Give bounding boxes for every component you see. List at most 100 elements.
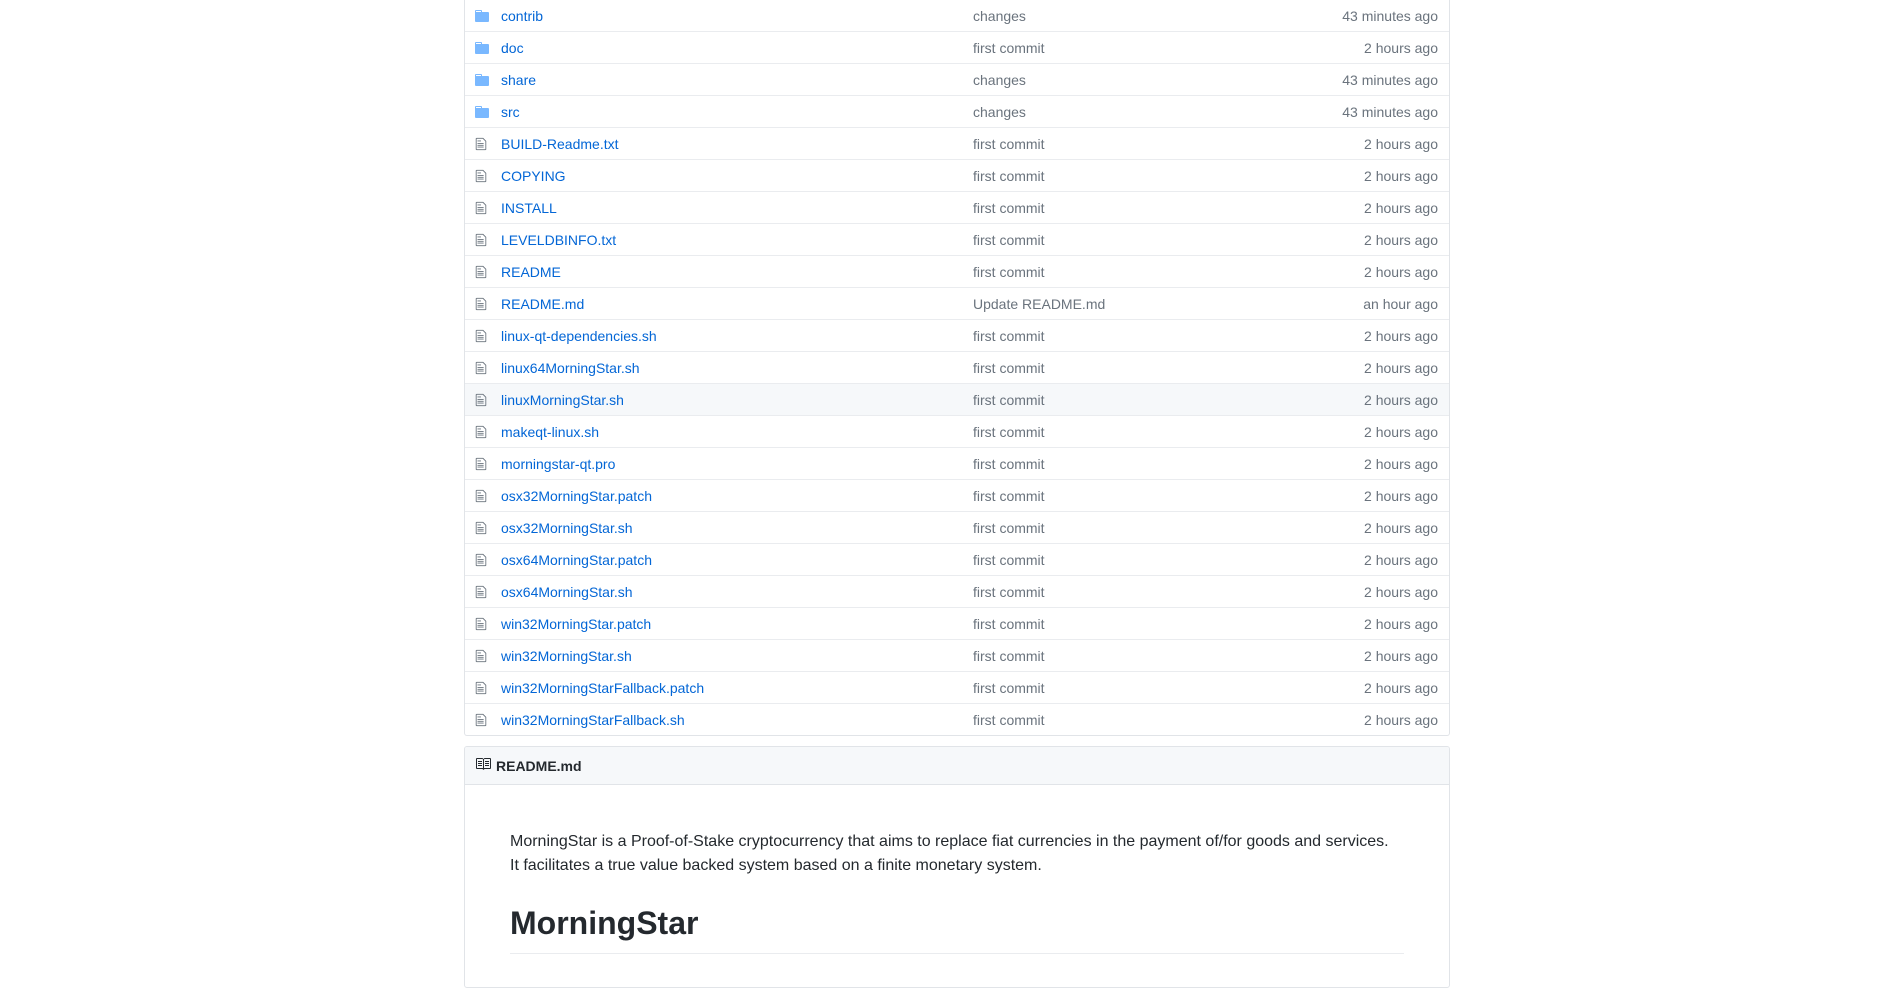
file-row[interactable]: BUILD-Readme.txt first commit 2 hours ago — [465, 127, 1449, 159]
commit-message-link[interactable]: first commit — [973, 520, 1273, 536]
file-row[interactable]: morningstar-qt.pro first commit 2 hours ag… — [465, 447, 1449, 479]
commit-message-link[interactable]: Update README.md — [973, 296, 1273, 312]
file-row[interactable]: win32MorningStarFallback.patch first comm… — [465, 671, 1449, 703]
file-name-cell: INSTALL — [501, 200, 973, 216]
file-name-link[interactable]: osx32MorningStar.patch — [501, 488, 652, 504]
commit-message-link[interactable]: first commit — [973, 136, 1273, 152]
file-row[interactable]: doc first commit 2 hours ago — [465, 31, 1449, 63]
commit-age: 43 minutes ago — [1342, 7, 1438, 24]
file-name-link[interactable]: win32MorningStarFallback.sh — [501, 712, 685, 728]
file-name-link[interactable]: linux-qt-dependencies.sh — [501, 328, 657, 344]
file-row[interactable]: osx64MorningStar.patch first commit 2 hour… — [465, 543, 1449, 575]
file-row[interactable]: makeqt-linux.sh first commit 2 hours ago — [465, 415, 1449, 447]
commit-age: 2 hours ago — [1364, 455, 1438, 472]
commit-message-link[interactable]: first commit — [973, 680, 1273, 696]
commit-message-link[interactable]: first commit — [973, 488, 1273, 504]
readme-intro-line1: MorningStar is a Proof-of-Stake cryptocu… — [510, 833, 1389, 850]
commit-message-link[interactable]: first commit — [973, 264, 1273, 280]
file-name-link[interactable]: linuxMorningStar.sh — [501, 392, 624, 408]
file-name-link[interactable]: share — [501, 72, 536, 88]
commit-message-link[interactable]: first commit — [973, 168, 1273, 184]
file-name-link[interactable]: linux64MorningStar.sh — [501, 360, 640, 376]
commit-message-link[interactable]: first commit — [973, 360, 1273, 376]
commit-message-link[interactable]: first commit — [973, 200, 1273, 216]
repo-content: contrib changes 43 minutes ago doc first com… — [464, 0, 1450, 988]
commit-message-link[interactable]: first commit — [973, 552, 1273, 568]
commit-message-link[interactable]: first commit — [973, 40, 1273, 56]
file-icon — [465, 297, 501, 311]
file-name-link[interactable]: makeqt-linux.sh — [501, 424, 599, 440]
commit-age: 2 hours ago — [1364, 39, 1438, 56]
file-row[interactable]: src changes 43 minutes ago — [465, 95, 1449, 127]
file-name-link[interactable]: LEVELDBINFO.txt — [501, 232, 616, 248]
commit-message-link[interactable]: changes — [973, 72, 1273, 88]
file-row[interactable]: win32MorningStarFallback.sh first commit 2… — [465, 703, 1449, 735]
file-name-cell: src — [501, 104, 973, 120]
file-name-link[interactable]: win32MorningStar.patch — [501, 616, 651, 632]
file-name-cell: win32MorningStar.patch — [501, 616, 973, 632]
file-name-cell: win32MorningStarFallback.sh — [501, 712, 973, 728]
commit-message-link[interactable]: first commit — [973, 584, 1273, 600]
file-icon — [465, 713, 501, 727]
file-name-link[interactable]: osx64MorningStar.patch — [501, 552, 652, 568]
book-icon — [475, 756, 496, 775]
file-row[interactable]: contrib changes 43 minutes ago — [465, 0, 1449, 31]
file-name-cell: osx64MorningStar.sh — [501, 584, 973, 600]
file-row[interactable]: LEVELDBINFO.txt first commit 2 hours ago — [465, 223, 1449, 255]
file-name-link[interactable]: INSTALL — [501, 200, 557, 216]
file-name-link[interactable]: src — [501, 104, 520, 120]
file-name-cell: morningstar-qt.pro — [501, 456, 973, 472]
file-row[interactable]: win32MorningStar.sh first commit 2 hours a… — [465, 639, 1449, 671]
file-row[interactable]: README.md Update README.md an hour ago — [465, 287, 1449, 319]
commit-age: 2 hours ago — [1364, 263, 1438, 280]
file-row[interactable]: osx32MorningStar.sh first commit 2 hours a… — [465, 511, 1449, 543]
file-row[interactable]: osx32MorningStar.patch first commit 2 hour… — [465, 479, 1449, 511]
commit-message-link[interactable]: first commit — [973, 616, 1273, 632]
file-icon — [465, 137, 501, 151]
commit-message-link[interactable]: first commit — [973, 232, 1273, 248]
file-name-link[interactable]: win32MorningStar.sh — [501, 648, 632, 664]
file-name-link[interactable]: README.md — [501, 296, 584, 312]
file-name-link[interactable]: doc — [501, 40, 524, 56]
file-row[interactable]: linuxMorningStar.sh first commit 2 hours a… — [465, 383, 1449, 415]
commit-message-link[interactable]: changes — [973, 104, 1273, 120]
file-row[interactable]: README first commit 2 hours ago — [465, 255, 1449, 287]
commit-message-link[interactable]: first commit — [973, 648, 1273, 664]
file-row[interactable]: linux64MorningStar.sh first commit 2 hours… — [465, 351, 1449, 383]
file-list: contrib changes 43 minutes ago doc first com… — [464, 0, 1450, 736]
file-icon — [465, 201, 501, 215]
file-row[interactable]: linux-qt-dependencies.sh first commit 2 ho… — [465, 319, 1449, 351]
file-name-link[interactable]: contrib — [501, 8, 543, 24]
file-name-cell: doc — [501, 40, 973, 56]
folder-icon — [465, 9, 501, 22]
file-name-link[interactable]: README — [501, 264, 561, 280]
file-row[interactable]: INSTALL first commit 2 hours ago — [465, 191, 1449, 223]
file-name-link[interactable]: COPYING — [501, 168, 566, 184]
commit-message-link[interactable]: changes — [973, 8, 1273, 24]
commit-message-link[interactable]: first commit — [973, 392, 1273, 408]
file-name-link[interactable]: osx64MorningStar.sh — [501, 584, 633, 600]
file-icon — [465, 361, 501, 375]
commit-message-link[interactable]: first commit — [973, 328, 1273, 344]
file-icon — [465, 617, 501, 631]
commit-message-link[interactable]: first commit — [973, 424, 1273, 440]
file-name-link[interactable]: win32MorningStarFallback.patch — [501, 680, 704, 696]
file-name-cell: win32MorningStar.sh — [501, 648, 973, 664]
file-name-cell: contrib — [501, 8, 973, 24]
folder-icon — [465, 41, 501, 54]
file-name-link[interactable]: osx32MorningStar.sh — [501, 520, 633, 536]
commit-message-link[interactable]: first commit — [973, 712, 1273, 728]
file-row[interactable]: COPYING first commit 2 hours ago — [465, 159, 1449, 191]
file-row[interactable]: share changes 43 minutes ago — [465, 63, 1449, 95]
file-name-cell: linux-qt-dependencies.sh — [501, 328, 973, 344]
file-name-cell: linuxMorningStar.sh — [501, 392, 973, 408]
file-name-link[interactable]: BUILD-Readme.txt — [501, 136, 618, 152]
folder-icon — [465, 73, 501, 86]
file-row[interactable]: win32MorningStar.patch first commit 2 hour… — [465, 607, 1449, 639]
readme-panel: README.md MorningStar is a Proof-of-Stak… — [464, 746, 1450, 988]
commit-age: 2 hours ago — [1364, 359, 1438, 376]
file-row[interactable]: osx64MorningStar.sh first commit 2 hours a… — [465, 575, 1449, 607]
commit-age: 43 minutes ago — [1342, 71, 1438, 88]
commit-message-link[interactable]: first commit — [973, 456, 1273, 472]
file-name-link[interactable]: morningstar-qt.pro — [501, 456, 615, 472]
